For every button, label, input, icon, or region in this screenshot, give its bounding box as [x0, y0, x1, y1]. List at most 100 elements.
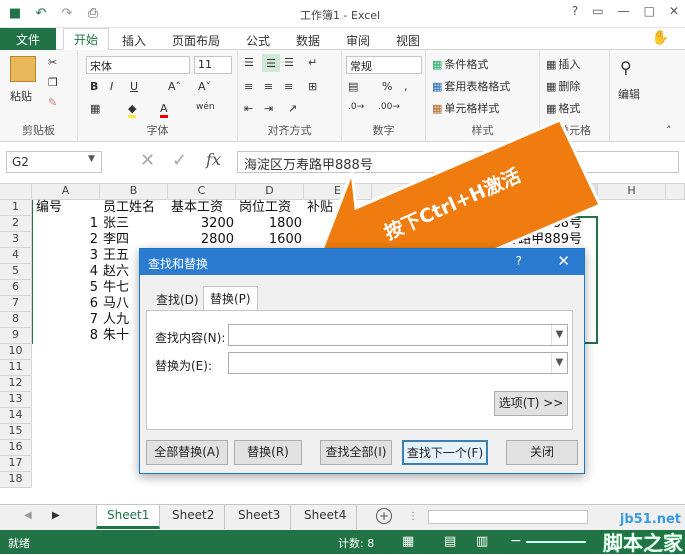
- ribbon-display-icon[interactable]: ▭: [592, 4, 603, 18]
- font-color-icon[interactable]: A: [160, 102, 168, 118]
- row-header[interactable]: 5: [0, 264, 32, 280]
- page-break-icon[interactable]: ▥: [476, 534, 488, 549]
- row-header[interactable]: 6: [0, 280, 32, 296]
- table-cell[interactable]: 2: [32, 232, 98, 248]
- row-header[interactable]: 11: [0, 360, 32, 376]
- row-header[interactable]: 9: [0, 328, 32, 344]
- col-header[interactable]: G: [440, 184, 598, 200]
- format-painter-icon[interactable]: ✎: [48, 96, 57, 109]
- font-shrink-button[interactable]: A˅: [198, 80, 211, 93]
- enter-icon[interactable]: ✓: [172, 150, 187, 171]
- row-header[interactable]: 7: [0, 296, 32, 312]
- zoom-out-icon[interactable]: −: [510, 533, 522, 549]
- header-cell[interactable]: 补贴: [307, 200, 333, 216]
- row-header[interactable]: 14: [0, 408, 32, 424]
- tab-insert[interactable]: 插入: [122, 32, 146, 49]
- tab-review[interactable]: 审阅: [346, 32, 370, 49]
- tab-data[interactable]: 数据: [296, 32, 320, 49]
- header-cell[interactable]: 编号: [36, 200, 62, 216]
- align-center-icon[interactable]: ≡: [264, 80, 273, 93]
- decrease-indent-icon[interactable]: ⇤: [244, 102, 253, 115]
- horizontal-scrollbar[interactable]: [428, 510, 588, 524]
- delete-cells-button[interactable]: ▦ 删除: [546, 78, 580, 94]
- row-header[interactable]: 17: [0, 456, 32, 472]
- bold-button[interactable]: B: [90, 80, 98, 93]
- table-cell[interactable]: 王五: [103, 248, 129, 264]
- table-cell[interactable]: 1600: [236, 232, 302, 248]
- undo-icon[interactable]: ↶: [32, 4, 50, 22]
- table-cell[interactable]: 4: [32, 264, 98, 280]
- tab-find[interactable]: 查找(D): [150, 288, 205, 310]
- close-icon[interactable]: ✕: [669, 4, 679, 18]
- close-button[interactable]: 关闭: [506, 440, 578, 465]
- help-icon[interactable]: ?: [572, 4, 578, 18]
- zoom-slider[interactable]: [526, 541, 586, 543]
- sheet-tab-4[interactable]: Sheet4: [294, 505, 358, 529]
- col-header[interactable]: D: [236, 184, 304, 200]
- user-icon[interactable]: ✋: [652, 30, 669, 46]
- header-cell[interactable]: 员工姓名: [103, 200, 155, 216]
- table-cell[interactable]: 6: [32, 296, 98, 312]
- decrease-decimal-icon[interactable]: .00→: [378, 102, 400, 112]
- table-cell[interactable]: 5: [32, 280, 98, 296]
- align-left-icon[interactable]: ≡: [244, 80, 253, 93]
- row-header[interactable]: 16: [0, 440, 32, 456]
- editing-button[interactable]: 编辑: [618, 86, 640, 102]
- insert-function-icon[interactable]: fx: [206, 150, 221, 169]
- sheet-tab-2[interactable]: Sheet2: [162, 505, 226, 529]
- table-cell[interactable]: 张三: [103, 216, 129, 232]
- table-cell[interactable]: 赵六: [103, 264, 129, 280]
- tab-replace[interactable]: 替换(P): [203, 286, 258, 311]
- col-header[interactable]: C: [168, 184, 236, 200]
- increase-indent-icon[interactable]: ⇥: [264, 102, 273, 115]
- conditional-format-button[interactable]: ▦ 条件格式: [432, 56, 488, 72]
- header-cell[interactable]: 基本工资: [171, 200, 223, 216]
- tab-formulas[interactable]: 公式: [246, 32, 270, 49]
- table-cell[interactable]: 1: [32, 216, 98, 232]
- binoculars-icon[interactable]: ⚲: [620, 58, 632, 77]
- dialog-close-icon[interactable]: ✕: [557, 252, 570, 270]
- col-header[interactable]: B: [100, 184, 168, 200]
- fill-color-icon[interactable]: ◆: [128, 102, 137, 118]
- find-next-button[interactable]: 查找下一个(F): [402, 440, 488, 465]
- table-cell[interactable]: 8: [32, 328, 98, 344]
- align-right-icon[interactable]: ≡: [284, 80, 293, 93]
- dialog-help-icon[interactable]: ?: [516, 254, 522, 268]
- font-name-select[interactable]: 宋体: [86, 56, 190, 74]
- options-button[interactable]: 选项(T) >>: [494, 391, 568, 416]
- row-header[interactable]: 3: [0, 232, 32, 248]
- font-size-select[interactable]: 11: [194, 56, 232, 74]
- tab-file[interactable]: 文件: [0, 28, 56, 50]
- table-cell[interactable]: 牛七: [103, 280, 129, 296]
- find-dropdown-icon[interactable]: ▼: [551, 325, 567, 345]
- number-format-select[interactable]: 常规: [346, 56, 422, 74]
- collapse-ribbon-icon[interactable]: ˄: [666, 124, 672, 137]
- copy-icon[interactable]: ❐: [48, 76, 58, 89]
- replace-all-button[interactable]: 全部替换(A): [146, 440, 228, 465]
- row-header[interactable]: 15: [0, 424, 32, 440]
- table-cell[interactable]: 1800: [236, 216, 302, 232]
- format-as-table-button[interactable]: ▦ 套用表格格式: [432, 78, 510, 94]
- row-header[interactable]: 4: [0, 248, 32, 264]
- page-layout-icon[interactable]: ▤: [444, 534, 456, 549]
- row-header[interactable]: 18: [0, 472, 32, 488]
- col-header[interactable]: E: [304, 184, 372, 200]
- table-cell[interactable]: 马八: [103, 296, 129, 312]
- row-header[interactable]: 1: [0, 200, 32, 216]
- format-cells-button[interactable]: ▦ 格式: [546, 100, 580, 116]
- currency-icon[interactable]: ▤: [348, 80, 358, 93]
- row-header[interactable]: 13: [0, 392, 32, 408]
- redo-icon[interactable]: ↷: [58, 4, 76, 22]
- tab-view[interactable]: 视图: [396, 32, 420, 49]
- underline-button[interactable]: U: [130, 80, 138, 93]
- sheet-tab-1[interactable]: Sheet1: [96, 505, 161, 529]
- orientation-icon[interactable]: ↗: [288, 102, 297, 115]
- formula-input[interactable]: 海淀区万寿路甲888号: [237, 151, 679, 173]
- row-header[interactable]: 2: [0, 216, 32, 232]
- insert-cells-button[interactable]: ▦ 插入: [546, 56, 580, 72]
- cut-icon[interactable]: ✂: [48, 56, 57, 69]
- merge-center-icon[interactable]: ⊞: [308, 80, 317, 93]
- save-icon[interactable]: ■: [6, 4, 24, 22]
- table-cell[interactable]: 李四: [103, 232, 129, 248]
- paste-icon[interactable]: [10, 56, 36, 82]
